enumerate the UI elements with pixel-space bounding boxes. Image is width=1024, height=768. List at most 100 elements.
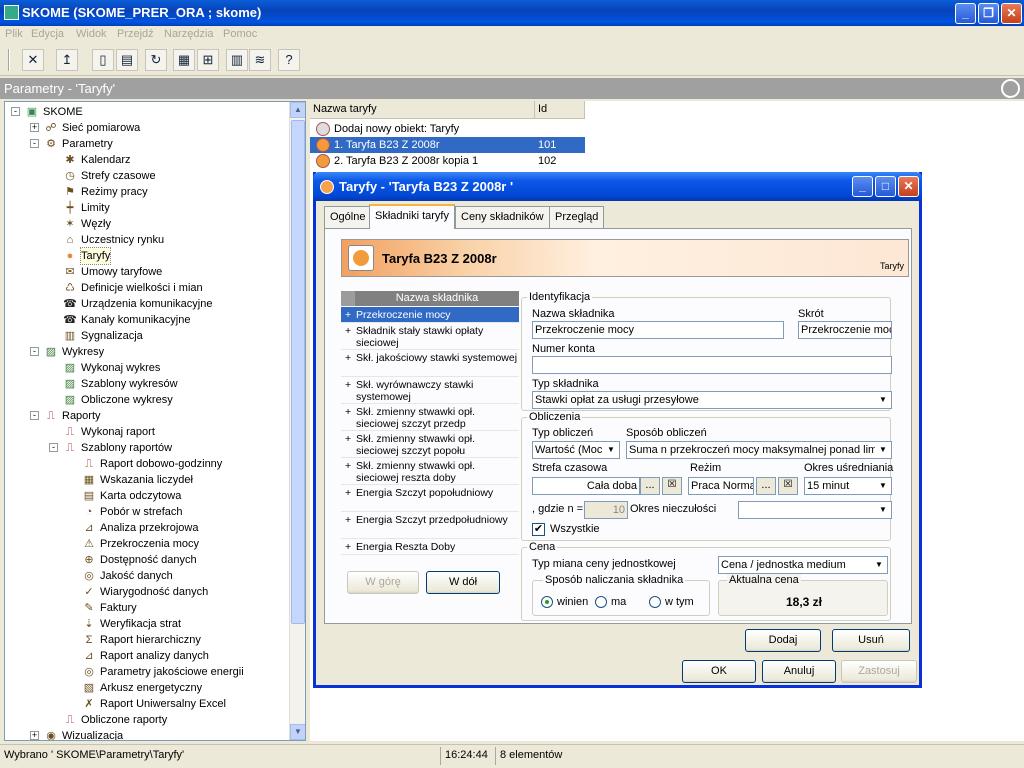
list-view-icon[interactable]: ▦	[173, 49, 195, 71]
dropdown-arrow-icon[interactable]: ▼	[875, 392, 891, 408]
component-item[interactable]: + Skł. wyrównawczy stawki systemowej	[341, 377, 519, 404]
tree-item-taryfy[interactable]: ● Taryfy	[5, 247, 289, 265]
component-item[interactable]: + Energia Szczyt popołudniowy	[341, 485, 519, 512]
component-item[interactable]: + Skł. zmienny stwawki opł. sieciowej szc…	[341, 431, 519, 458]
regime-input[interactable]: Praca Normalna	[688, 477, 754, 495]
add-component-button[interactable]: Dodaj	[745, 629, 821, 652]
tree-item-wskazania-liczydeł[interactable]: ▦ Wskazania liczydeł	[5, 472, 289, 488]
restore-button[interactable]: ❐	[978, 3, 999, 24]
scroll-thumb[interactable]	[291, 120, 305, 624]
add-new-row[interactable]: Dodaj nowy obiekt: Taryfy	[310, 121, 585, 137]
radio-debit[interactable]	[541, 596, 553, 608]
delete-icon[interactable]: ✕	[22, 49, 44, 71]
tree-item-węzły[interactable]: ✶ Węzły	[5, 216, 289, 232]
tree-item-wizualizacja[interactable]: + ◉ Wizualizacja	[5, 728, 289, 740]
tree-item-umowy-taryfowe[interactable]: ✉ Umowy taryfowe	[5, 264, 289, 280]
dropdown-arrow-icon[interactable]: ▼	[875, 442, 891, 458]
tree-item-definicje-wielkości-i-mian[interactable]: ♺ Definicje wielkości i mian	[5, 280, 289, 296]
tree-item-raport-uniwersalny-excel[interactable]: ✗ Raport Uniwersalny Excel	[5, 696, 289, 712]
tree-item-kanały-komunikacyjne[interactable]: ☎ Kanały komunikacyjne	[5, 312, 289, 328]
dropdown-arrow-icon[interactable]: ▼	[875, 502, 891, 518]
regime-clear-icon[interactable]: ☒	[778, 477, 798, 495]
component-item[interactable]: + Składnik stały stawki opłaty sieciowej	[341, 323, 519, 350]
tree-item-raport-analizy-danych[interactable]: ⊿ Raport analizy danych	[5, 648, 289, 664]
collapse-icon[interactable]: -	[11, 107, 20, 116]
calc-method-select[interactable]: Suma n przekroczeń mocy maksymalnej pona…	[626, 441, 892, 459]
tab-overview[interactable]: Przegląd	[549, 206, 605, 228]
insensitivity-period-select[interactable]: ▼	[738, 501, 892, 519]
radio-credit[interactable]	[595, 596, 607, 608]
tree-item-wiarygodność-danych[interactable]: ✓ Wiarygodność danych	[5, 584, 289, 600]
tree-item-reżimy-pracy[interactable]: ⚑ Reżimy pracy	[5, 184, 289, 200]
n-value-input[interactable]: 10	[584, 501, 628, 519]
tree-item-sieć-pomiarowa[interactable]: + ☍ Sieć pomiarowa	[5, 120, 289, 136]
tree-item-dostępność-danych[interactable]: ⊕ Dostępność danych	[5, 552, 289, 568]
dropdown-arrow-icon[interactable]: ▼	[871, 557, 887, 573]
menu-edit[interactable]: Edycja	[31, 28, 64, 40]
tree-item-szablony-raportów[interactable]: - ⎍ Szablony raportów	[5, 440, 289, 456]
refresh-circle-icon[interactable]	[1001, 79, 1020, 98]
tree-view-icon[interactable]: ⊞	[197, 49, 219, 71]
dialog-minimize-button[interactable]: _	[852, 176, 873, 197]
column-header-id[interactable]: Id	[535, 101, 585, 119]
tree-item-jakość-danych[interactable]: ◎ Jakość danych	[5, 568, 289, 584]
tree-item-strefy-czasowe[interactable]: ◷ Strefy czasowe	[5, 168, 289, 184]
ok-button[interactable]: OK	[682, 660, 756, 683]
collapse-icon[interactable]: -	[30, 347, 39, 356]
tree-item-raporty[interactable]: - ⎍ Raporty	[5, 408, 289, 424]
tree-item-karta-odczytowa[interactable]: ▤ Karta odczytowa	[5, 488, 289, 504]
tree-scrollbar[interactable]: ▲ ▼	[289, 102, 305, 740]
dropdown-arrow-icon[interactable]: ▼	[875, 478, 891, 494]
tab-component-prices[interactable]: Ceny składników	[455, 206, 550, 228]
properties-icon[interactable]: ▯	[92, 49, 114, 71]
tree-item-uczestnicy-rynku[interactable]: ⌂ Uczestnicy rynku	[5, 232, 289, 248]
apply-button[interactable]: Zastosuj	[841, 660, 917, 683]
tree-item-pobór-w-strefach[interactable]: ◔ Pobór w strefach	[5, 504, 289, 520]
regime-browse-button[interactable]: ...	[756, 477, 776, 495]
tree-item-arkusz-energetyczny[interactable]: ▧ Arkusz energetyczny	[5, 680, 289, 696]
expand-icon[interactable]: +	[30, 123, 39, 132]
scroll-down-icon[interactable]: ▼	[290, 724, 305, 740]
tree-item-wykonaj-raport[interactable]: ⎍ Wykonaj raport	[5, 424, 289, 440]
collapse-icon[interactable]: -	[30, 139, 39, 148]
tree-item-szablony-wykresów[interactable]: ▨ Szablony wykresów	[5, 376, 289, 392]
tree-item-wykonaj-wykres[interactable]: ▨ Wykonaj wykres	[5, 360, 289, 376]
tree-item-parametry-jakościowe-energii[interactable]: ◎ Parametry jakościowe energii	[5, 664, 289, 680]
refresh-icon[interactable]: ↻	[145, 49, 167, 71]
menu-tools[interactable]: Narzędzia	[164, 28, 214, 40]
remove-component-button[interactable]: Usuń	[832, 629, 910, 652]
component-item[interactable]: + Energia Szczyt przedpołudniowy	[341, 512, 519, 539]
time-zone-browse-button[interactable]: ...	[640, 477, 660, 495]
tree-item-analiza-przekrojowa[interactable]: ⊿ Analiza przekrojowa	[5, 520, 289, 536]
table-row[interactable]: 2. Taryfa B23 Z 2008r kopia 1 102	[310, 153, 585, 169]
tree-item-obliczone-raporty[interactable]: ⎍ Obliczone raporty	[5, 712, 289, 728]
expand-icon[interactable]: +	[30, 731, 39, 740]
tree-item-wykresy[interactable]: - ▨ Wykresy	[5, 344, 289, 360]
tree-item-limity[interactable]: ┿ Limity	[5, 200, 289, 216]
scroll-up-icon[interactable]: ▲	[290, 102, 305, 118]
menu-file[interactable]: Plik	[5, 28, 23, 40]
dropdown-arrow-icon[interactable]: ▼	[603, 442, 619, 458]
dialog-close-button[interactable]: ✕	[898, 176, 919, 197]
filter-icon[interactable]: ≋	[249, 49, 271, 71]
cancel-button[interactable]: Anuluj	[762, 660, 836, 683]
move-down-button[interactable]: W dół	[426, 571, 500, 594]
tab-components[interactable]: Składniki taryfy	[369, 204, 455, 229]
tree-item-faktury[interactable]: ✎ Faktury	[5, 600, 289, 616]
minimize-button[interactable]: _	[955, 3, 976, 24]
tree-item-urządzenia-komunikacyjne[interactable]: ☎ Urządzenia komunikacyjne	[5, 296, 289, 312]
close-button[interactable]: ✕	[1001, 3, 1022, 24]
help-icon[interactable]: ?	[278, 49, 300, 71]
tree-item-przekroczenia-mocy[interactable]: ⚠ Przekroczenia mocy	[5, 536, 289, 552]
menu-help[interactable]: Pomoc	[223, 28, 257, 40]
tree-item-kalendarz[interactable]: ✱ Kalendarz	[5, 152, 289, 168]
unit-price-type-select[interactable]: Cena / jednostka medium ▼	[718, 556, 888, 574]
menu-view[interactable]: Widok	[76, 28, 107, 40]
averaging-period-select[interactable]: 15 minut ▼	[804, 477, 892, 495]
time-zone-input[interactable]: Cała doba	[532, 477, 640, 495]
short-name-input[interactable]: Przekroczenie mocy	[798, 321, 892, 339]
tree-item-raport-hierarchiczny[interactable]: Σ Raport hierarchiczny	[5, 632, 289, 648]
collapse-icon[interactable]: -	[30, 411, 39, 420]
column-header-name[interactable]: Nazwa taryfy	[310, 101, 535, 119]
component-item[interactable]: + Energia Reszta Doby	[341, 539, 519, 555]
